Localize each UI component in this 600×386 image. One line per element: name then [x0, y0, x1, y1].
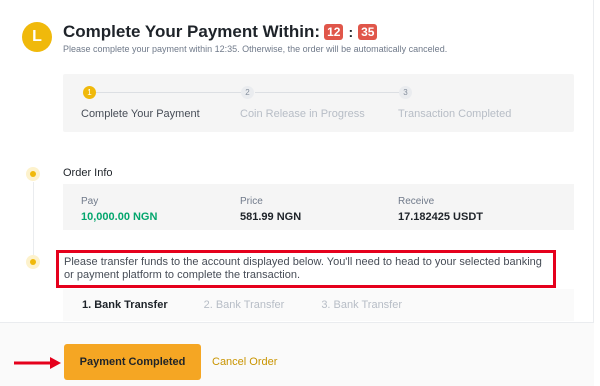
page-title: Complete Your Payment Within: 12 : 35 [63, 22, 378, 42]
cancel-order-link[interactable]: Cancel Order [212, 344, 277, 380]
transfer-instruction: Please transfer funds to the account dis… [56, 250, 556, 288]
page: L Complete Your Payment Within: 12 : 35 … [0, 0, 600, 386]
payment-card: L Complete Your Payment Within: 12 : 35 … [0, 0, 594, 386]
bank-transfer-tabs: 1. Bank Transfer 2. Bank Transfer 3. Ban… [63, 289, 574, 321]
price-value: 581.99 NGN [240, 211, 302, 223]
step-2-label: Coin Release in Progress [240, 108, 365, 120]
step-3-indicator: 3 [399, 86, 412, 99]
order-info-heading: Order Info [63, 167, 113, 179]
page-subtitle: Please complete your payment within 12:3… [63, 44, 448, 54]
payment-completed-button[interactable]: Payment Completed [64, 344, 201, 380]
action-footer: Payment Completed Cancel Order [0, 322, 594, 386]
step-2-indicator: 2 [241, 86, 254, 99]
receive-column: Receive 17.182425 USDT [398, 196, 483, 223]
step-connector [255, 92, 399, 93]
timeline-line [33, 182, 34, 258]
step-connector [95, 92, 241, 93]
countdown-minutes: 12 [324, 24, 344, 40]
timeline-dot [26, 167, 40, 181]
progress-steps: 1 Complete Your Payment 2 Coin Release i… [63, 74, 574, 132]
countdown-seconds: 35 [358, 24, 378, 40]
right-arrow-icon [14, 357, 61, 369]
receive-value: 17.182425 USDT [398, 211, 483, 223]
price-label: Price [240, 196, 263, 207]
pay-column: Pay 10,000.00 NGN [81, 196, 157, 223]
step-1-indicator: 1 [83, 86, 96, 99]
step-3-label: Transaction Completed [398, 108, 512, 120]
title-text: Complete Your Payment Within: [63, 22, 321, 41]
timer-icon: L [22, 22, 52, 52]
step-1-label: Complete Your Payment [81, 108, 200, 120]
tab-bank-transfer-3[interactable]: 3. Bank Transfer [321, 299, 402, 311]
order-info-panel: Pay 10,000.00 NGN Price 581.99 NGN Recei… [63, 184, 574, 230]
pay-value: 10,000.00 NGN [81, 211, 158, 223]
tab-bank-transfer-1[interactable]: 1. Bank Transfer [82, 299, 168, 311]
receive-label: Receive [398, 196, 435, 207]
pay-label: Pay [81, 196, 99, 207]
countdown-separator: : [348, 24, 354, 40]
price-column: Price 581.99 NGN [240, 196, 301, 223]
timeline-dot [26, 255, 40, 269]
tab-bank-transfer-2[interactable]: 2. Bank Transfer [204, 299, 285, 311]
